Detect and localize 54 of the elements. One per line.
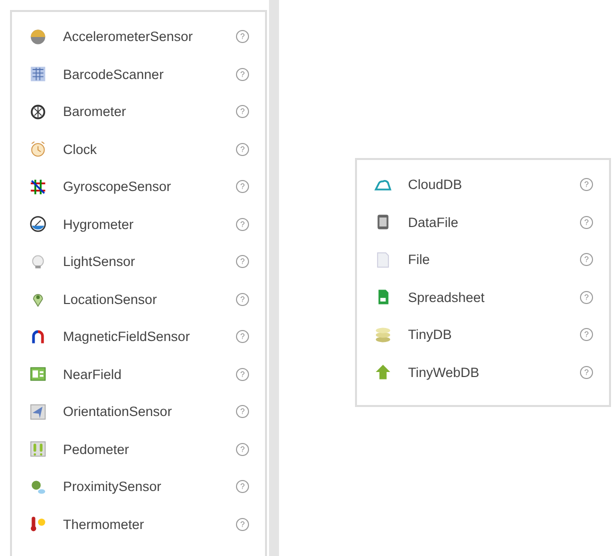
grid-icon [29,65,47,84]
help-icon[interactable]: ? [580,328,593,342]
gauge-icon [29,215,47,234]
help-icon[interactable]: ? [236,480,250,494]
item-label[interactable]: NearField [63,366,236,382]
help-icon[interactable]: ? [580,290,593,304]
item-label[interactable]: TinyWebDB [408,364,580,380]
help-icon[interactable]: ? [236,368,250,381]
item-label[interactable]: CloudDB [408,177,580,192]
gauge-icon [29,28,47,46]
up-arrow-icon [374,363,392,382]
help-icon[interactable]: ? [580,253,593,266]
item-label[interactable]: Spreadsheet [408,290,580,305]
item-label[interactable]: OrientationSensor [63,404,236,420]
help-icon[interactable]: ? [236,105,250,118]
item-label[interactable]: File [408,252,580,268]
help-icon[interactable]: ? [236,30,250,44]
paper-plane-icon [29,402,47,421]
item-label[interactable]: TinyDB [408,327,580,342]
bulb-icon [29,252,47,271]
database-icon [374,326,392,344]
item-label[interactable]: Thermometer [63,516,236,532]
help-icon[interactable]: ? [236,68,250,81]
help-icon[interactable]: ? [580,366,593,379]
alarm-clock-icon [29,140,47,158]
item-label[interactable]: Clock [63,142,236,157]
item-label[interactable]: Barometer [63,104,236,120]
item-label[interactable]: Pedometer [63,442,236,457]
magnet-icon [29,328,47,346]
help-icon[interactable]: ? [236,405,250,418]
dots-icon [29,478,47,496]
help-icon[interactable]: ? [580,178,593,192]
item-label[interactable]: BarcodeScanner [63,66,236,82]
help-icon[interactable]: ? [236,255,250,268]
help-icon[interactable]: ? [236,142,250,156]
help-icon[interactable]: ? [236,442,250,456]
help-icon[interactable]: ? [236,518,250,531]
help-icon[interactable]: ? [236,218,250,231]
item-label[interactable]: Hygrometer [63,216,236,232]
gyroscope-icon [29,178,47,196]
item-label[interactable]: LightSensor [63,254,236,270]
item-label[interactable]: LocationSensor [63,292,236,307]
item-label[interactable]: ProximitySensor [63,479,236,494]
item-label[interactable]: MagneticFieldSensor [63,329,236,344]
help-icon[interactable]: ? [236,180,250,194]
help-icon[interactable]: ? [580,216,593,229]
item-label[interactable]: AccelerometerSensor [63,29,236,44]
help-icon[interactable]: ? [236,330,250,344]
thermometer-icon [29,515,47,534]
document-icon [374,250,392,269]
item-label[interactable]: DataFile [408,214,580,230]
help-icon[interactable]: ? [236,292,250,306]
dial-icon [29,102,47,121]
item-label[interactable]: GyroscopeSensor [63,179,236,194]
